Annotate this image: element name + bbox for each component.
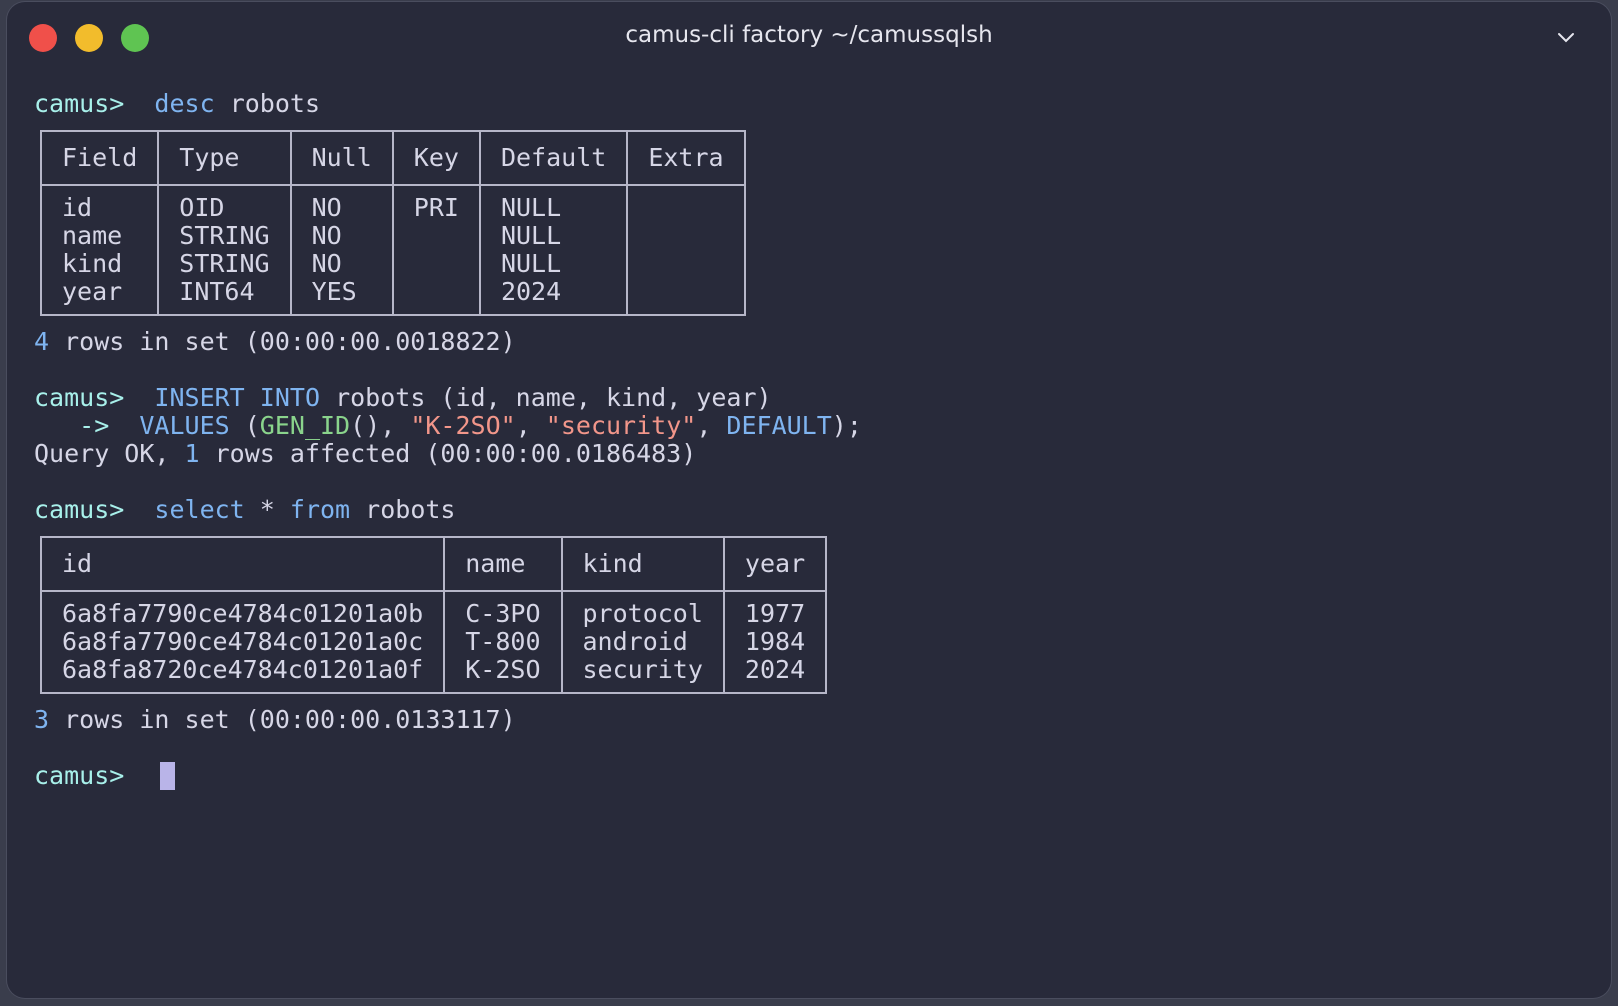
column-header: id: [39, 536, 446, 592]
table-cell: NULL NULL NULL 2024: [478, 184, 629, 316]
punctuation: );: [831, 411, 862, 440]
keyword: DEFAULT: [726, 411, 832, 440]
command-text: robots: [350, 495, 456, 524]
command-text: *: [244, 495, 290, 524]
text-cursor: [160, 762, 176, 790]
punctuation: (: [229, 411, 260, 440]
table-cell: 6a8fa7790ce4784c01201a0b 6a8fa7790ce4784…: [39, 590, 446, 694]
result-text: rows in set (00:00:00.0133117): [49, 705, 516, 734]
keyword: select: [154, 495, 245, 524]
table-cell: id name kind year: [39, 184, 160, 316]
punctuation: ,: [696, 411, 727, 440]
punctuation: ,: [515, 411, 546, 440]
table-cell: NO NO NO YES: [289, 184, 394, 316]
title-bar: camus-cli factory ~/camussqlsh: [7, 2, 1611, 72]
table-cell: 1977 1984 2024: [722, 590, 828, 694]
command-line: camus> INSERT INTO robots (id, name, kin…: [34, 384, 1594, 412]
result-text: rows in set (00:00:00.0018822): [49, 327, 516, 356]
prompt: camus>: [34, 761, 125, 790]
select-result-table: id name kind year 6a8fa7790ce4784c01201a…: [39, 536, 828, 694]
string-literal: "security": [545, 411, 697, 440]
punctuation: (),: [350, 411, 411, 440]
column-header: Key: [391, 130, 481, 186]
keyword: from: [289, 495, 351, 524]
function-name: GEN_ID: [259, 411, 351, 440]
column-header: Extra: [626, 130, 746, 186]
result-text: Query OK,: [34, 439, 185, 468]
table-header-row: id name kind year: [39, 536, 828, 592]
prompt: camus>: [34, 89, 125, 118]
command-text: robots (id, name, kind, year): [320, 383, 772, 412]
result-text: rows affected (00:00:00.0186483): [199, 439, 697, 468]
command-line: camus> desc robots: [34, 90, 1594, 118]
chevron-down-icon[interactable]: [1555, 26, 1577, 48]
table-cell: PRI: [391, 184, 481, 316]
prompt: camus>: [34, 495, 125, 524]
table-cell: protocol android security: [560, 590, 725, 694]
column-header: kind: [560, 536, 725, 592]
terminal-output[interactable]: camus> desc robots Field Type Null Key D…: [34, 90, 1594, 790]
column-header: name: [443, 536, 563, 592]
keyword: VALUES: [139, 411, 230, 440]
desc-result-table: Field Type Null Key Default Extra id nam…: [39, 130, 746, 316]
column-header: Type: [157, 130, 292, 186]
keyword: INSERT: [154, 383, 245, 412]
table-row: 6a8fa7790ce4784c01201a0b 6a8fa7790ce4784…: [39, 590, 828, 694]
column-header: year: [722, 536, 828, 592]
keyword: desc: [154, 89, 215, 118]
table-cell: C-3PO T-800 K-2SO: [443, 590, 563, 694]
string-literal: "K-2SO": [410, 411, 516, 440]
command-text: robots: [214, 89, 320, 118]
result-summary: Query OK, 1 rows affected (00:00:00.0186…: [34, 440, 1594, 468]
table-header-row: Field Type Null Key Default Extra: [39, 130, 746, 186]
keyword: INTO: [259, 383, 321, 412]
continuation-prompt: ->: [34, 411, 110, 440]
table-cell: [626, 184, 746, 316]
row-count: 3: [34, 705, 50, 734]
table-cell: OID STRING STRING INT64: [157, 184, 292, 316]
continuation-line: -> VALUES (GEN_ID(), "K-2SO", "security"…: [34, 412, 1594, 440]
active-prompt-line[interactable]: camus>: [34, 762, 1594, 790]
column-header: Field: [39, 130, 160, 186]
table-row: id name kind year OID STRING STRING INT6…: [39, 184, 746, 316]
result-summary: 4 rows in set (00:00:00.0018822): [34, 328, 1594, 356]
row-count: 1: [184, 439, 200, 468]
terminal-window: camus-cli factory ~/camussqlsh camus> de…: [7, 2, 1611, 998]
result-summary: 3 rows in set (00:00:00.0133117): [34, 706, 1594, 734]
prompt: camus>: [34, 383, 125, 412]
command-line: camus> select * from robots: [34, 496, 1594, 524]
column-header: Default: [478, 130, 629, 186]
row-count: 4: [34, 327, 50, 356]
column-header: Null: [289, 130, 394, 186]
window-title: camus-cli factory ~/camussqlsh: [625, 22, 993, 48]
